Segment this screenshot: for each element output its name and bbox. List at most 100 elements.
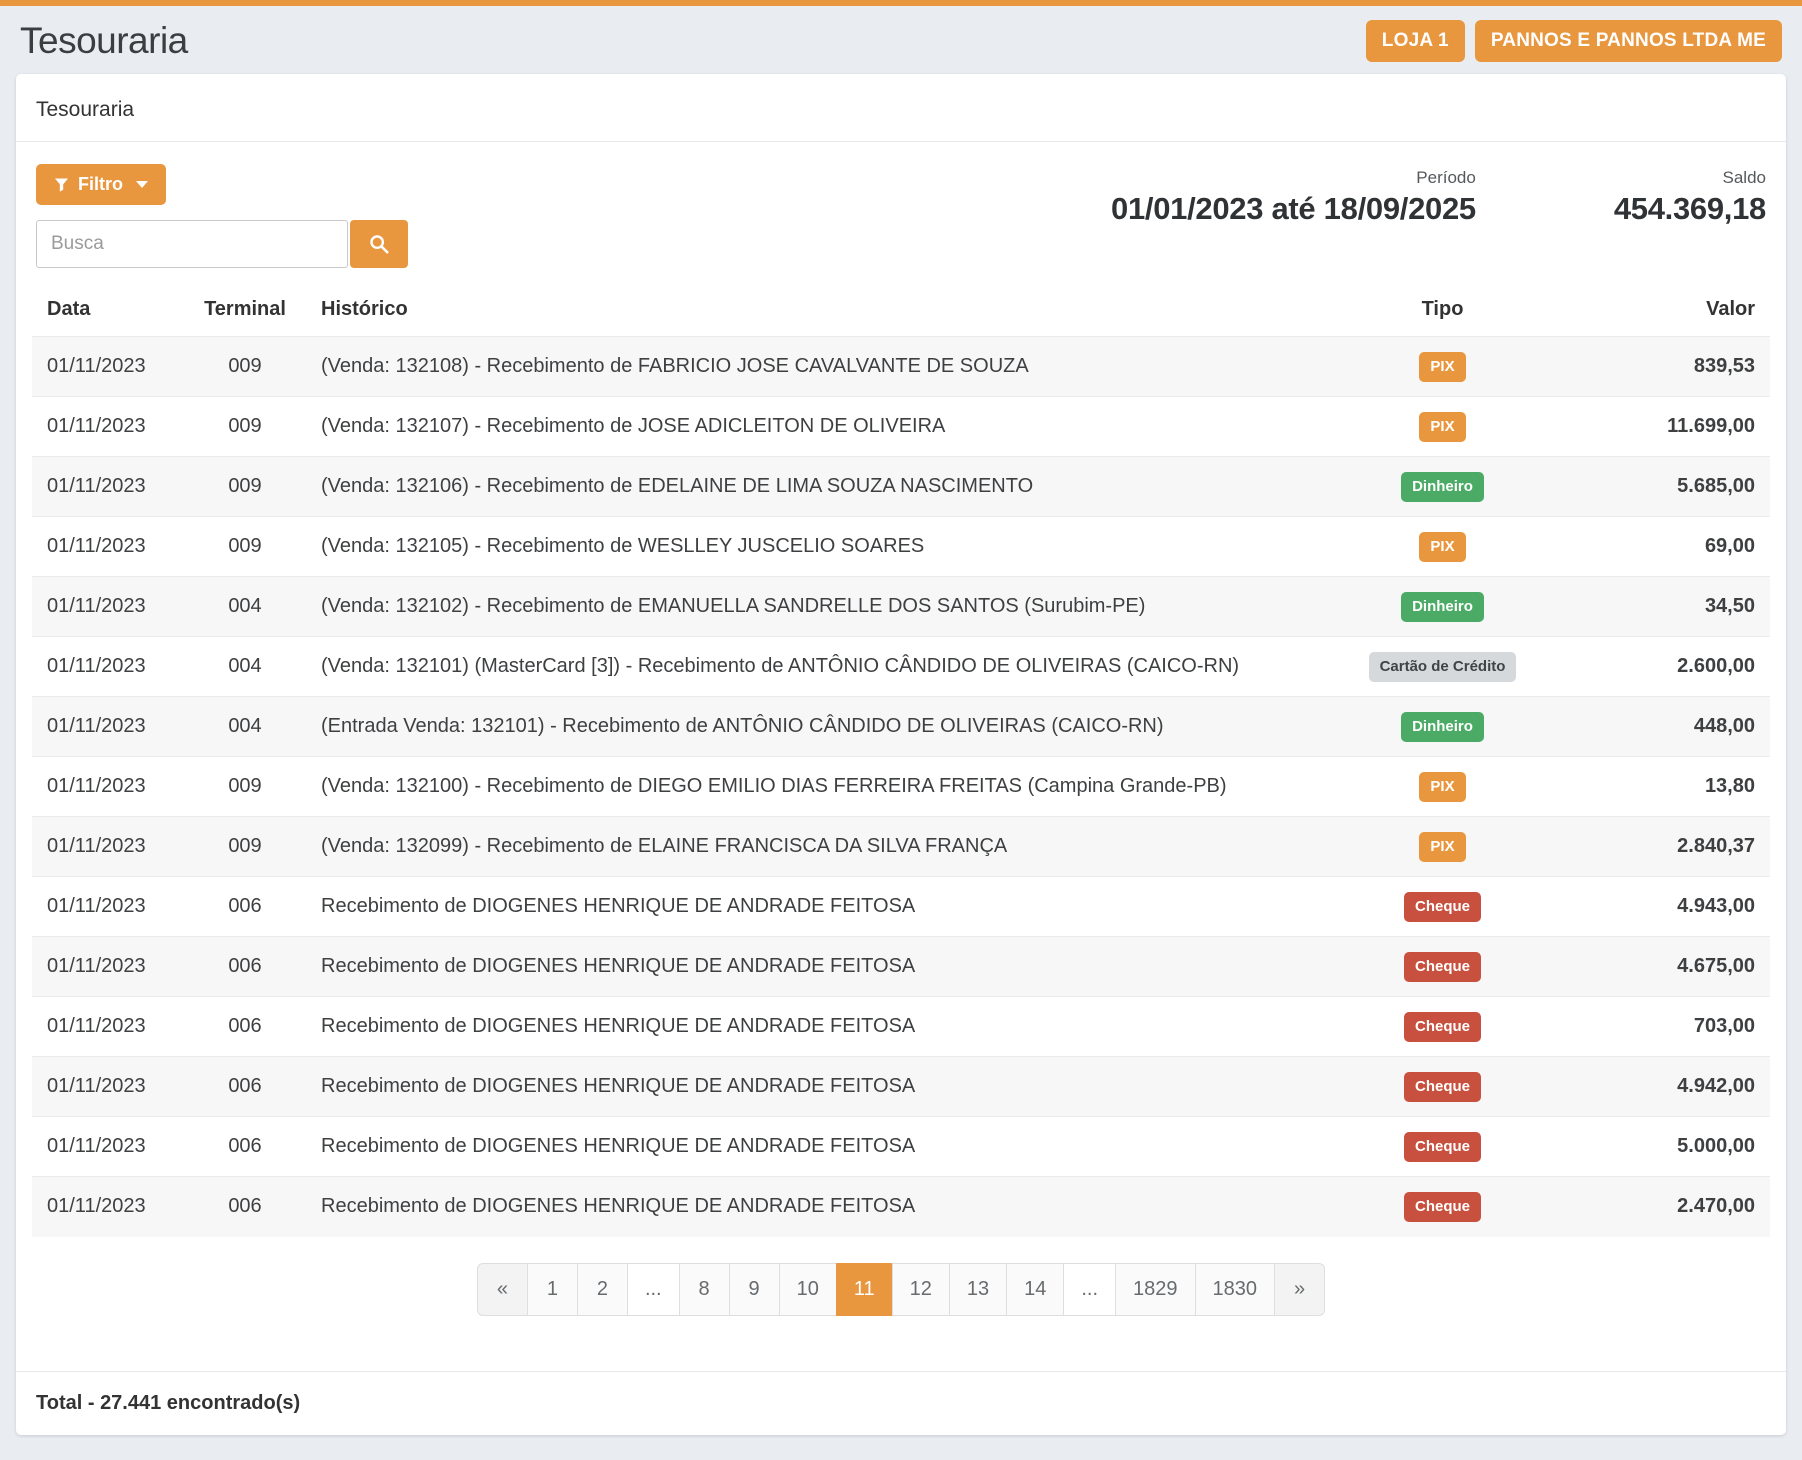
pagination-page-1830[interactable]: 1830 [1195, 1263, 1276, 1316]
cell-terminal: 009 [184, 757, 306, 817]
cell-tipo: PIX [1330, 817, 1555, 877]
tipo-badge: Cheque [1404, 1132, 1481, 1162]
cell-valor: 13,80 [1555, 757, 1770, 817]
pagination-page-1829[interactable]: 1829 [1115, 1263, 1196, 1316]
toolbar: Filtro Período 01/01/2023 até 1 [16, 142, 1786, 274]
filter-search-area: Filtro [36, 164, 408, 268]
pagination: «12...891011121314...18291830» [477, 1263, 1325, 1316]
cell-terminal: 006 [184, 997, 306, 1057]
table-row: 01/11/2023004(Entrada Venda: 132101) - R… [32, 697, 1770, 757]
cell-terminal: 004 [184, 577, 306, 637]
pagination-page-13[interactable]: 13 [949, 1263, 1007, 1316]
cell-valor: 448,00 [1555, 697, 1770, 757]
cell-data: 01/11/2023 [32, 937, 184, 997]
cell-data: 01/11/2023 [32, 517, 184, 577]
cell-historico: (Venda: 132105) - Recebimento de WESLLEY… [306, 517, 1330, 577]
table-header-row: Data Terminal Histórico Tipo Valor [32, 286, 1770, 337]
pagination-ellipsis: ... [1063, 1263, 1116, 1316]
pagination-page-12[interactable]: 12 [892, 1263, 950, 1316]
cell-valor: 2.840,37 [1555, 817, 1770, 877]
filter-button[interactable]: Filtro [36, 164, 166, 205]
cell-tipo: Dinheiro [1330, 457, 1555, 517]
cell-historico: (Venda: 132100) - Recebimento de DIEGO E… [306, 757, 1330, 817]
company-button[interactable]: PANNOS E PANNOS LTDA ME [1475, 20, 1782, 62]
cell-tipo: Cheque [1330, 1117, 1555, 1177]
table-row: 01/11/2023006Recebimento de DIOGENES HEN… [32, 1177, 1770, 1237]
search-group [36, 220, 408, 268]
cell-terminal: 006 [184, 877, 306, 937]
search-icon [368, 233, 390, 255]
chevron-down-icon [136, 181, 148, 188]
period-stat: Período 01/01/2023 até 18/09/2025 [1111, 168, 1476, 227]
saldo-value: 454.369,18 [1614, 191, 1766, 227]
tipo-badge: Cheque [1404, 1012, 1481, 1042]
period-value: 01/01/2023 até 18/09/2025 [1111, 191, 1476, 227]
table-row: 01/11/2023006Recebimento de DIOGENES HEN… [32, 937, 1770, 997]
cell-valor: 703,00 [1555, 997, 1770, 1057]
stats: Período 01/01/2023 até 18/09/2025 Saldo … [1111, 164, 1766, 227]
cell-terminal: 006 [184, 1177, 306, 1237]
pagination-page-11[interactable]: 11 [836, 1263, 893, 1316]
table-row: 01/11/2023006Recebimento de DIOGENES HEN… [32, 997, 1770, 1057]
cell-terminal: 006 [184, 1057, 306, 1117]
cell-valor: 839,53 [1555, 337, 1770, 397]
cell-valor: 5.000,00 [1555, 1117, 1770, 1177]
tipo-badge: Dinheiro [1401, 472, 1484, 502]
cell-valor: 2.470,00 [1555, 1177, 1770, 1237]
cell-terminal: 009 [184, 397, 306, 457]
tipo-badge: PIX [1419, 772, 1465, 802]
table-row: 01/11/2023004(Venda: 132101) (MasterCard… [32, 637, 1770, 697]
cell-historico: (Venda: 132101) (MasterCard [3]) - Receb… [306, 637, 1330, 697]
pagination-page-10[interactable]: 10 [779, 1263, 837, 1316]
cell-historico: (Venda: 132106) - Recebimento de EDELAIN… [306, 457, 1330, 517]
cell-valor: 69,00 [1555, 517, 1770, 577]
col-header-historico: Histórico [306, 286, 1330, 337]
cell-historico: (Venda: 132102) - Recebimento de EMANUEL… [306, 577, 1330, 637]
pagination-page-8[interactable]: 8 [679, 1263, 730, 1316]
cell-valor: 2.600,00 [1555, 637, 1770, 697]
search-button[interactable] [350, 220, 408, 268]
cell-historico: (Venda: 132099) - Recebimento de ELAINE … [306, 817, 1330, 877]
store-button[interactable]: LOJA 1 [1366, 20, 1465, 62]
pagination-next[interactable]: » [1274, 1263, 1325, 1316]
cell-tipo: Dinheiro [1330, 577, 1555, 637]
cell-data: 01/11/2023 [32, 457, 184, 517]
cell-data: 01/11/2023 [32, 997, 184, 1057]
cell-valor: 5.685,00 [1555, 457, 1770, 517]
cell-tipo: Cheque [1330, 1057, 1555, 1117]
tipo-badge: Cheque [1404, 1072, 1481, 1102]
tipo-badge: Cheque [1404, 1192, 1481, 1222]
cell-data: 01/11/2023 [32, 637, 184, 697]
table-row: 01/11/2023004(Venda: 132102) - Recebimen… [32, 577, 1770, 637]
cell-valor: 4.943,00 [1555, 877, 1770, 937]
saldo-stat: Saldo 454.369,18 [1614, 168, 1766, 227]
cell-historico: Recebimento de DIOGENES HENRIQUE DE ANDR… [306, 877, 1330, 937]
pagination-page-14[interactable]: 14 [1006, 1263, 1064, 1316]
cell-terminal: 009 [184, 337, 306, 397]
cell-data: 01/11/2023 [32, 757, 184, 817]
cell-historico: Recebimento de DIOGENES HENRIQUE DE ANDR… [306, 1177, 1330, 1237]
pagination-page-9[interactable]: 9 [729, 1263, 780, 1316]
table-row: 01/11/2023006Recebimento de DIOGENES HEN… [32, 877, 1770, 937]
table-row: 01/11/2023009(Venda: 132108) - Recebimen… [32, 337, 1770, 397]
cell-terminal: 009 [184, 817, 306, 877]
cell-data: 01/11/2023 [32, 697, 184, 757]
pagination-page-1[interactable]: 1 [527, 1263, 578, 1316]
cell-terminal: 009 [184, 457, 306, 517]
table-row: 01/11/2023009(Venda: 132099) - Recebimen… [32, 817, 1770, 877]
pagination-page-2[interactable]: 2 [577, 1263, 628, 1316]
cell-terminal: 004 [184, 637, 306, 697]
table-body: 01/11/2023009(Venda: 132108) - Recebimen… [32, 337, 1770, 1237]
cell-historico: Recebimento de DIOGENES HENRIQUE DE ANDR… [306, 1057, 1330, 1117]
cell-terminal: 006 [184, 1117, 306, 1177]
cell-tipo: PIX [1330, 337, 1555, 397]
tipo-badge: PIX [1419, 832, 1465, 862]
cell-tipo: Dinheiro [1330, 697, 1555, 757]
pagination-prev[interactable]: « [477, 1263, 528, 1316]
table-row: 01/11/2023009(Venda: 132105) - Recebimen… [32, 517, 1770, 577]
cell-tipo: Cartão de Crédito [1330, 637, 1555, 697]
card-title: Tesouraria [16, 74, 1786, 142]
cell-data: 01/11/2023 [32, 877, 184, 937]
total-count: Total - 27.441 encontrado(s) [16, 1371, 1786, 1435]
search-input[interactable] [36, 220, 348, 268]
